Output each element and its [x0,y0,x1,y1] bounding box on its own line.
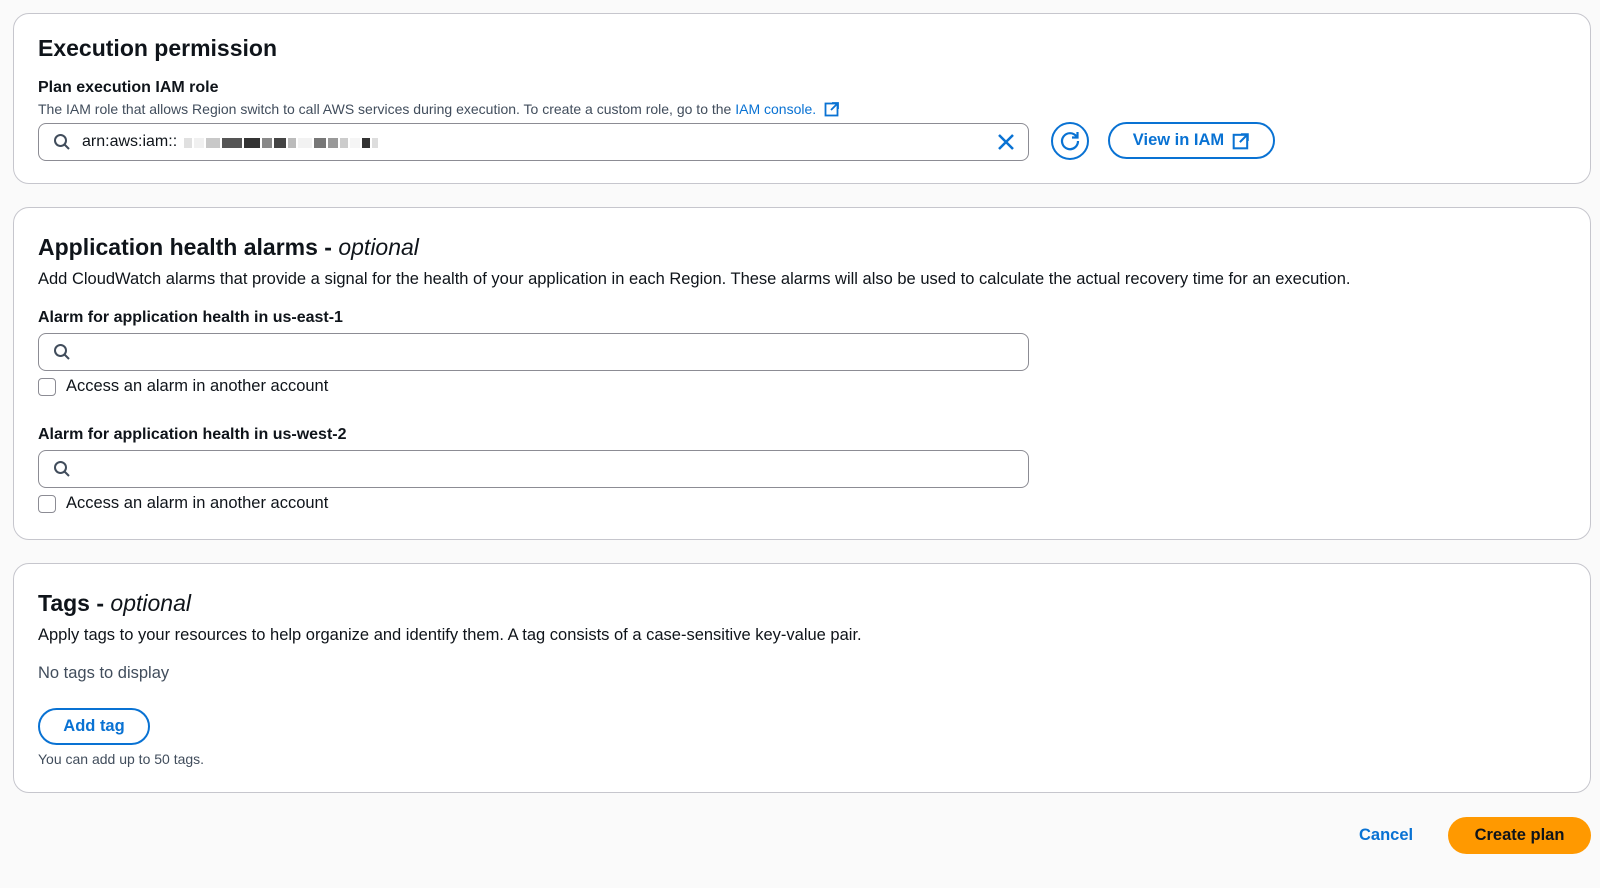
close-icon[interactable] [996,132,1016,152]
alarms-description: Add CloudWatch alarms that provide a sig… [38,270,1351,288]
checkbox[interactable] [38,377,56,396]
redacted-account-id [184,136,378,150]
alarms-panel: Application health alarms - optional Add… [13,207,1591,540]
checkbox-label: Access an alarm in another account [66,494,329,512]
execution-permission-panel: Execution permission Plan execution IAM … [13,13,1591,184]
external-link-icon [824,102,839,117]
section-title: Application health alarms - optional [38,234,419,260]
section-title: Tags - optional [38,590,191,616]
alarm-label-us-east-1: Alarm for application health in us-east-… [38,309,343,326]
alarm-input-us-west-2[interactable] [38,450,1029,488]
cancel-button[interactable]: Cancel [1359,826,1413,845]
role-description: The IAM role that allows Region switch t… [38,101,840,117]
search-icon [54,134,70,150]
search-icon [54,461,70,477]
external-link-icon [1232,132,1249,149]
tags-panel: Tags - optional Apply tags to your resou… [13,563,1591,793]
refresh-button[interactable] [1051,122,1089,160]
cross-account-checkbox-us-west-2[interactable]: Access an alarm in another account [38,494,328,513]
cross-account-checkbox-us-east-1[interactable]: Access an alarm in another account [38,377,328,396]
iam-role-value: arn:aws:iam:: [82,133,178,150]
alarm-label-us-west-2: Alarm for application health in us-west-… [38,426,347,443]
role-label: Plan execution IAM role [38,79,219,96]
add-tag-button[interactable]: Add tag [38,708,150,745]
alarm-input-us-east-1[interactable] [38,333,1029,371]
view-in-iam-button[interactable]: View in IAM [1108,122,1275,159]
iam-role-input[interactable]: arn:aws:iam:: [38,123,1029,161]
search-icon [54,344,70,360]
empty-tags-text: No tags to display [38,664,170,682]
refresh-icon [1060,132,1080,151]
tags-limit-text: You can add up to 50 tags. [38,751,205,767]
iam-console-link[interactable]: IAM console. [735,101,840,117]
checkbox-label: Access an alarm in another account [66,377,329,395]
checkbox[interactable] [38,494,56,513]
create-plan-button[interactable]: Create plan [1448,817,1591,854]
section-title: Execution permission [38,35,278,61]
tags-description: Apply tags to your resources to help org… [38,626,862,644]
